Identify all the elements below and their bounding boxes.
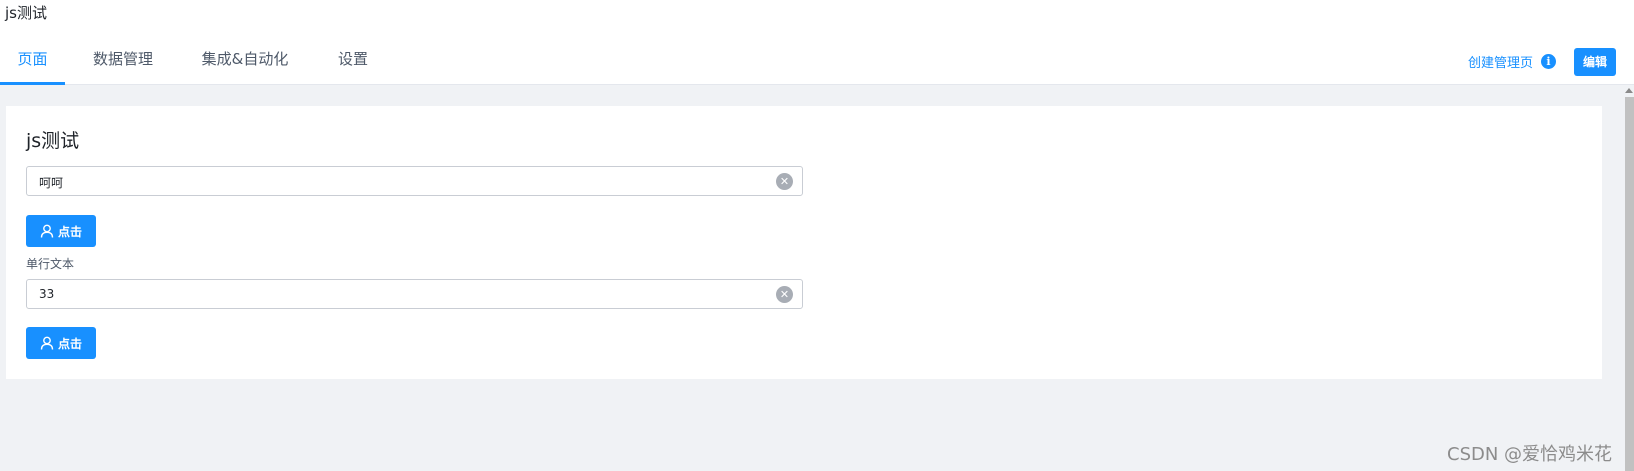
click-button-2-label: 点击 xyxy=(57,336,82,351)
page-title: js测试 xyxy=(26,130,80,152)
page-card: js测试 呵呵 ✕ 点击 单行文本 33 ✕ 点击 xyxy=(6,106,1602,379)
single-line-text-label: 单行文本 xyxy=(26,257,75,271)
app-title: js测试 xyxy=(5,4,47,22)
watermark: CSDN @爱恰鸡米花 xyxy=(1447,444,1613,465)
tab-settings[interactable]: 设置 xyxy=(337,48,369,85)
clear-icon[interactable]: ✕ xyxy=(776,286,793,303)
clear-icon[interactable]: ✕ xyxy=(776,173,793,190)
user-icon xyxy=(40,224,54,238)
tab-pages[interactable]: 页面 xyxy=(0,48,65,85)
tab-data-management[interactable]: 数据管理 xyxy=(88,48,158,85)
vertical-scrollbar[interactable] xyxy=(1624,88,1634,471)
text-input-1[interactable]: 呵呵 ✕ xyxy=(26,166,803,196)
text-input-1-value: 呵呵 xyxy=(39,176,64,190)
scroll-thumb[interactable] xyxy=(1625,97,1634,471)
click-button-1-label: 点击 xyxy=(57,224,82,239)
scroll-up-arrow-icon[interactable] xyxy=(1625,88,1633,93)
single-line-text-value: 33 xyxy=(39,287,55,301)
create-admin-page-link[interactable]: 创建管理页 i xyxy=(1468,52,1557,71)
create-admin-page-label: 创建管理页 xyxy=(1468,56,1534,71)
edit-button[interactable]: 编辑 xyxy=(1574,48,1616,76)
click-button-1[interactable]: 点击 xyxy=(26,215,96,247)
tab-integration-automation[interactable]: 集成&自动化 xyxy=(199,48,291,85)
info-icon[interactable]: i xyxy=(1541,54,1557,69)
top-header: js测试 页面 数据管理 集成&自动化 设置 创建管理页 i 编辑 xyxy=(0,0,1634,85)
user-icon xyxy=(40,336,54,350)
click-button-2[interactable]: 点击 xyxy=(26,327,96,359)
single-line-text-input[interactable]: 33 ✕ xyxy=(26,279,803,309)
